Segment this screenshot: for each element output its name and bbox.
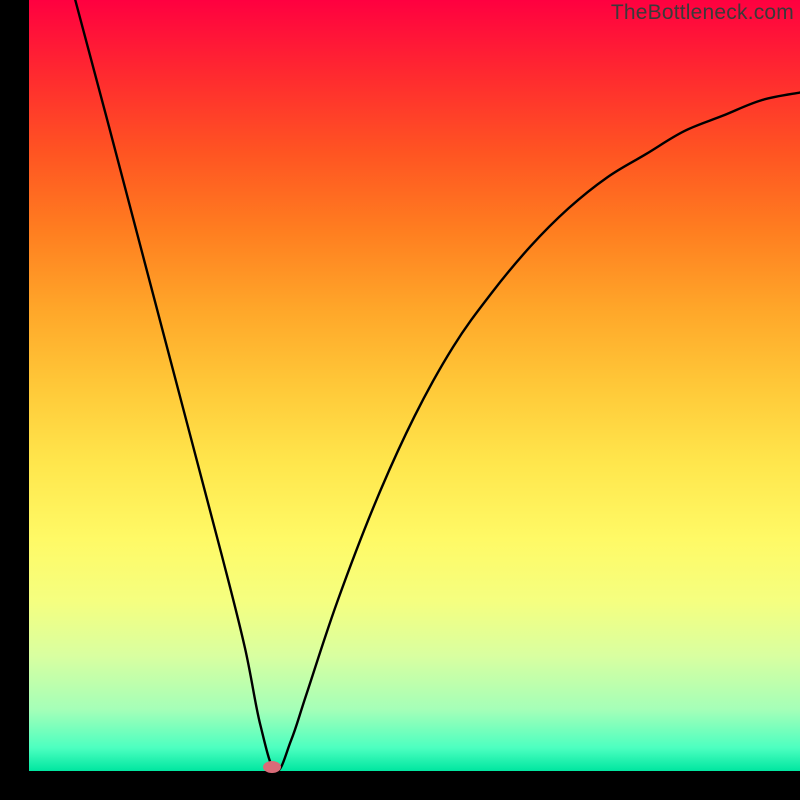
chart-plot-area: TheBottleneck.com [29, 0, 800, 771]
bottleneck-curve [75, 0, 800, 771]
watermark-text: TheBottleneck.com [611, 1, 794, 25]
curve-svg [29, 0, 800, 771]
minimum-marker [263, 761, 281, 773]
